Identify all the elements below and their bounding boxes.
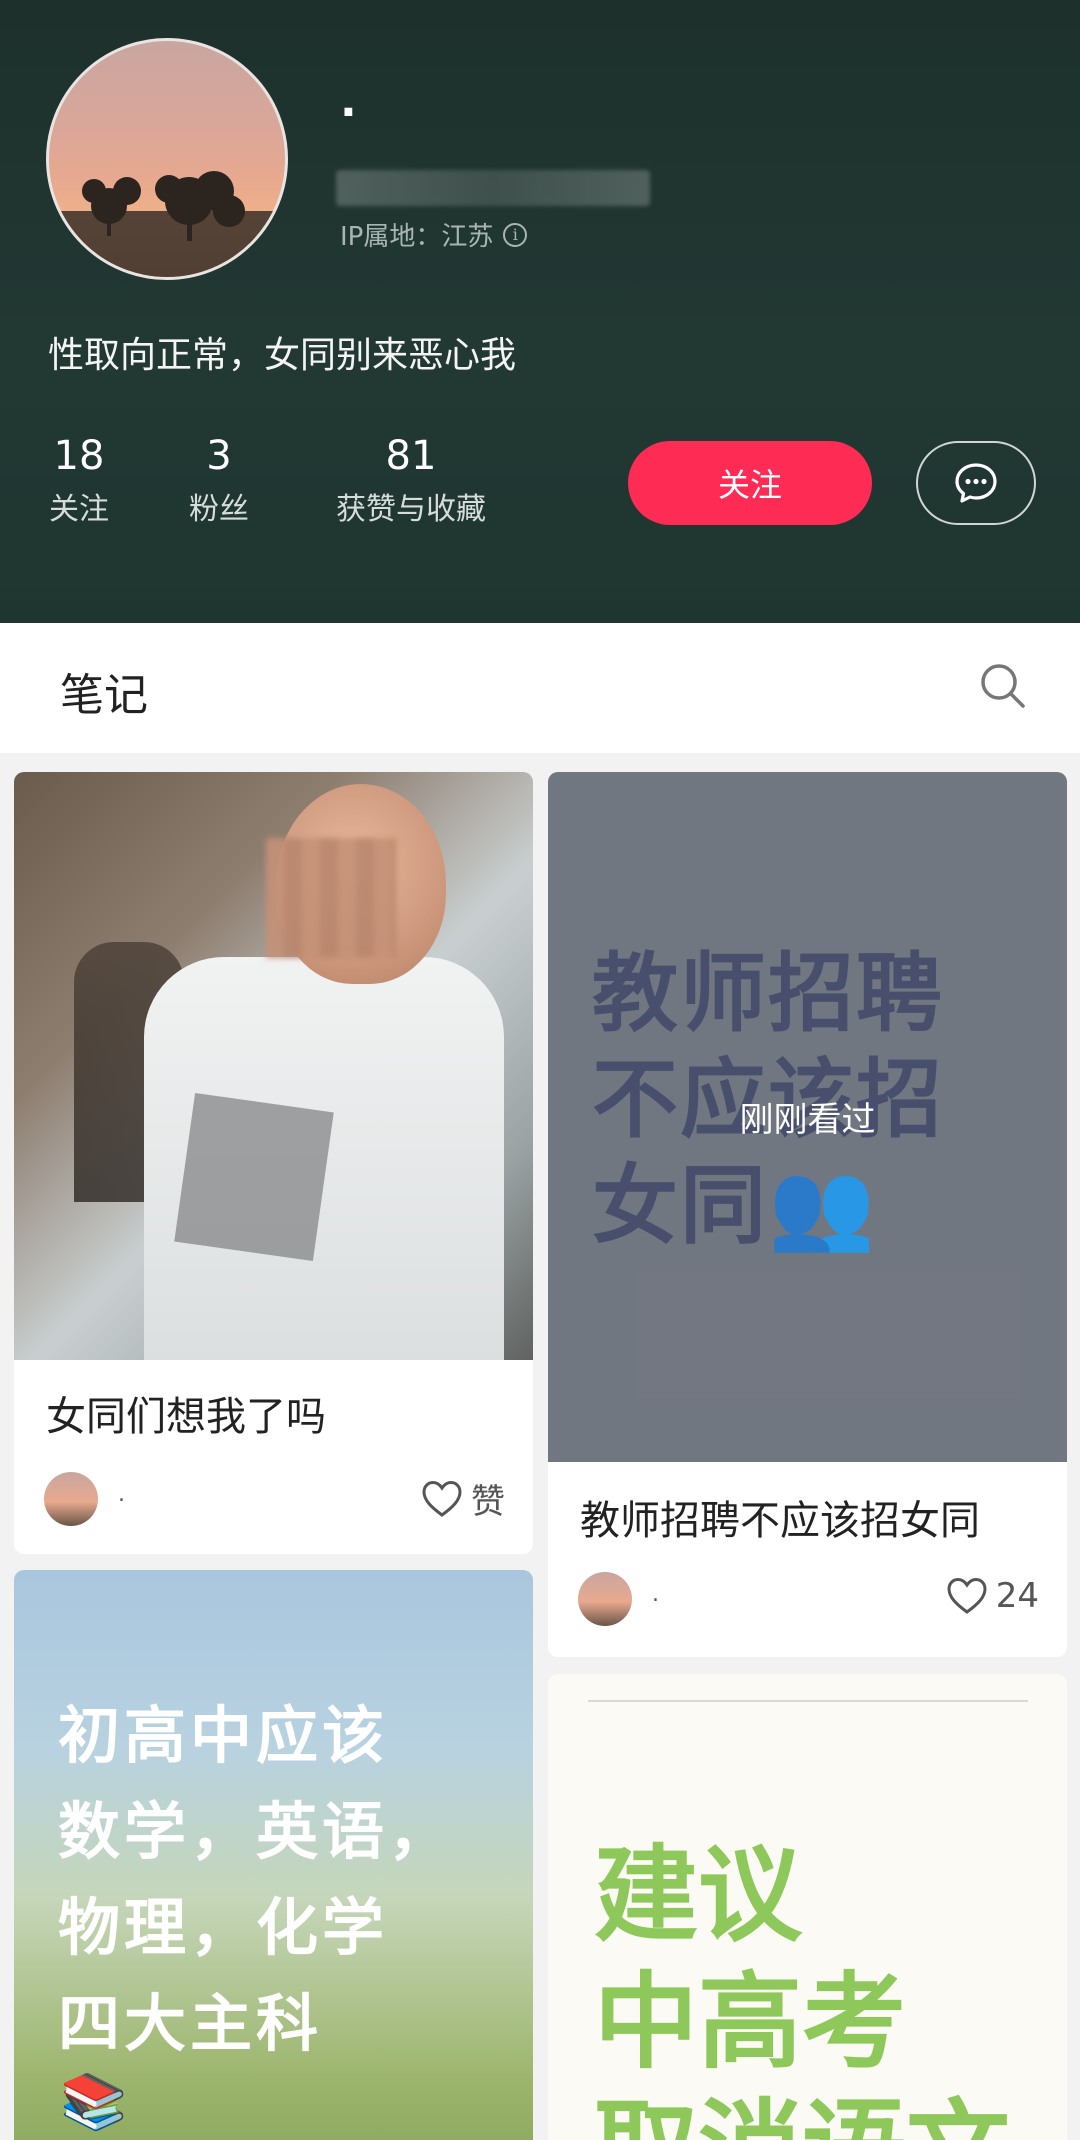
profile-header: . IP属地：江苏 i 性取向正常，女同别来恶心我 18 关注 3 粉丝 81 … [0, 0, 1080, 623]
content-tab-bar: 笔记 [0, 623, 1080, 753]
like-button[interactable]: 赞 [421, 1474, 505, 1523]
note-cover-photo [14, 772, 533, 1360]
chat-bubble-icon [955, 463, 997, 503]
profile-avatar[interactable] [46, 38, 288, 280]
nickname: . [340, 76, 357, 127]
shirt-print [174, 1092, 334, 1262]
note-cover-poster: 教师招聘 不应该招 女同👥 刚刚看过 [548, 772, 1067, 1462]
follow-button[interactable]: 关注 [628, 441, 872, 525]
poster-line: 四大主科 [58, 1987, 323, 2061]
note-title[interactable]: 女同们想我了吗 [46, 1384, 326, 1442]
author-name[interactable]: . [118, 1482, 125, 1507]
stat-likes-collections[interactable]: 81 获赞与收藏 [328, 434, 494, 528]
note-title[interactable]: 教师招聘不应该招女同 [580, 1488, 980, 1546]
stat-fans[interactable]: 3 粉丝 [184, 434, 254, 528]
ip-location: IP属地：江苏 i [340, 216, 528, 253]
sunset-trees-image [49, 171, 285, 277]
poster-rule [588, 1700, 1028, 1702]
poster-line: 物理，化学 [58, 1891, 389, 1965]
recently-viewed-label: 刚刚看过 [739, 1100, 876, 1140]
fans-label: 粉丝 [189, 492, 249, 527]
poster-line: 取消语文 [594, 2086, 1010, 2140]
like-count: 24 [995, 1576, 1039, 1616]
poster-text: 初高中应该 数学，英语， 物理，化学 四大主科 [58, 1688, 454, 2072]
poster-line: 建议 [594, 1834, 803, 1956]
stat-following[interactable]: 18 关注 [44, 434, 114, 528]
fans-count: 3 [206, 433, 232, 479]
note-card[interactable]: 教师招聘 不应该招 女同👥 刚刚看过 教师招聘不应该招女同 . 24 [548, 772, 1067, 1657]
info-circle-icon[interactable]: i [503, 222, 528, 247]
message-button[interactable] [916, 441, 1036, 525]
heart-icon [947, 1577, 987, 1614]
books-icon: 📚 [60, 2070, 128, 2133]
note-card[interactable]: 建议 中高考 取消语文 [548, 1674, 1067, 2140]
poster-line: 数学，英语， [58, 1795, 455, 1869]
heart-icon [422, 1480, 462, 1517]
author-avatar[interactable] [44, 1472, 98, 1526]
author-name[interactable]: . [652, 1582, 659, 1607]
likes-count: 81 [385, 433, 437, 479]
profile-bio: 性取向正常，女同别来恶心我 [48, 335, 517, 376]
following-label: 关注 [49, 492, 109, 527]
mosaic-face [266, 838, 396, 958]
poster-line: 初高中应该 [58, 1699, 389, 1772]
note-card[interactable]: 初高中应该 数学，英语， 物理，化学 四大主科 📚 [14, 1570, 533, 2140]
poster-text: 建议 中高考 取消语文 [594, 1832, 1010, 2140]
note-card[interactable]: 女同们想我了吗 . 赞 [14, 772, 533, 1554]
following-count: 18 [53, 433, 105, 479]
note-cover-poster: 初高中应该 数学，英语， 物理，化学 四大主科 📚 [14, 1570, 533, 2140]
tab-notes[interactable]: 笔记 [60, 659, 148, 723]
redacted-user-id [336, 170, 650, 206]
note-cover-poster: 建议 中高考 取消语文 [548, 1674, 1067, 2140]
poster-line: 中高考 [594, 1960, 907, 2083]
likes-label: 获赞与收藏 [336, 492, 486, 527]
author-avatar[interactable] [578, 1572, 632, 1626]
ip-location-label: IP属地：江苏 [340, 222, 494, 252]
like-button[interactable]: 24 [946, 1576, 1039, 1616]
like-text: 赞 [471, 1482, 505, 1522]
search-icon[interactable] [978, 661, 1028, 711]
